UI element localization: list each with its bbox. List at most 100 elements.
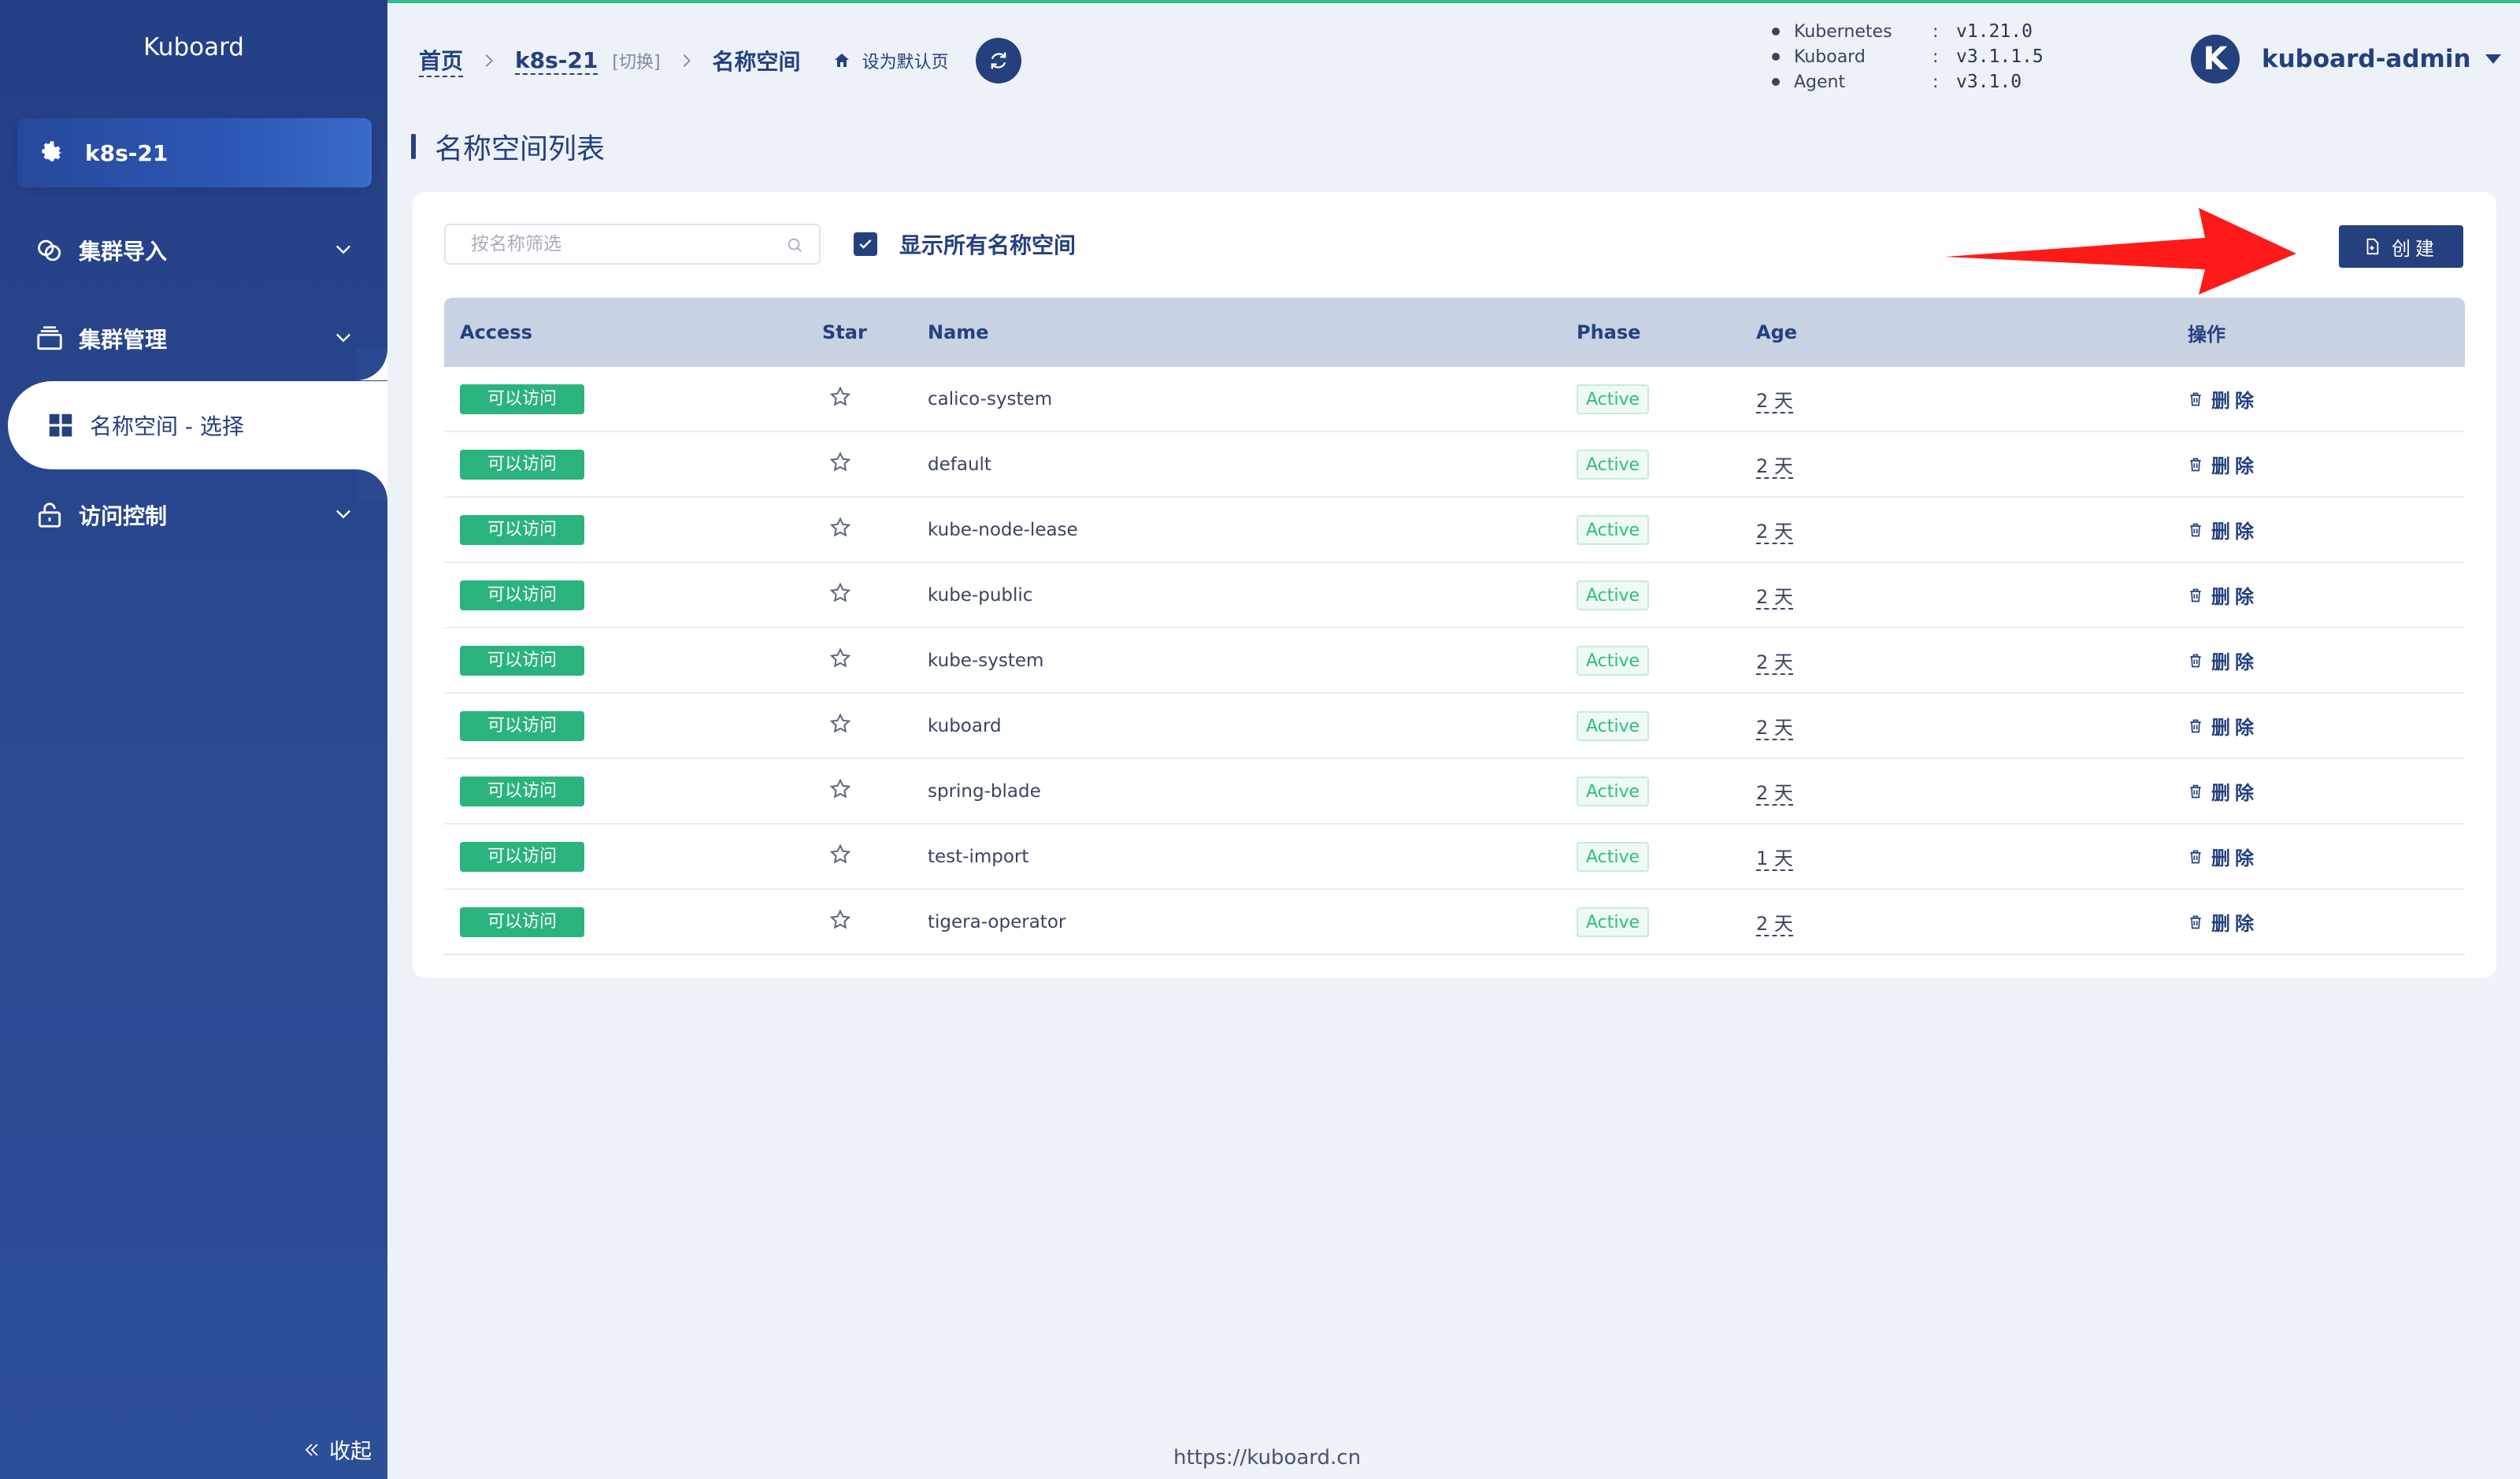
access-badge: 可以访问 (460, 776, 584, 806)
star-icon[interactable] (828, 516, 852, 539)
sidebar-item-cluster-manage[interactable]: 集群管理 (0, 295, 387, 383)
access-badge: 可以访问 (460, 645, 584, 676)
refresh-button[interactable] (975, 38, 1021, 83)
brand-logo-text[interactable]: Kuboard (0, 33, 387, 61)
age-value: 2 天 (1756, 651, 1793, 675)
version-info: Kubernetes: v1.21.0 Kuboard: v3.1.1.5 Agen… (1772, 19, 2044, 95)
gear-icon (42, 141, 62, 161)
column-header-access[interactable]: Access (444, 298, 822, 367)
table-row[interactable]: 可以访问 default Active 2 天 删除 (444, 432, 2465, 498)
access-badge: 可以访问 (460, 906, 584, 937)
column-header-age[interactable]: Age (1756, 298, 2188, 367)
table-row[interactable]: 可以访问 kube-system Active 2 天 删除 (444, 628, 2465, 694)
star-icon[interactable] (828, 712, 852, 736)
delete-button[interactable]: 删除 (2188, 712, 2259, 740)
sidebar-item-label: 名称空间 - 选择 (90, 413, 244, 439)
star-icon[interactable] (828, 843, 852, 866)
collapse-sidebar-button[interactable]: 收起 (302, 1434, 372, 1465)
column-header-star[interactable]: Star (822, 298, 928, 367)
star-icon[interactable] (828, 385, 852, 409)
breadcrumb-current: 名称空间 (712, 49, 801, 75)
search-field[interactable] (444, 224, 821, 265)
delete-label: 删除 (2211, 782, 2259, 804)
double-chevron-left-icon (305, 1443, 318, 1456)
sidebar-item-access-control[interactable]: 访问控制 (0, 471, 387, 559)
lock-icon (38, 502, 61, 528)
delete-button[interactable]: 删除 (2188, 516, 2259, 543)
trash-icon (2190, 654, 2201, 667)
create-button-label: 创建 (2392, 237, 2439, 260)
star-icon[interactable] (828, 777, 852, 801)
delete-button[interactable]: 删除 (2188, 450, 2259, 478)
table-row[interactable]: 可以访问 test-import Active 1 天 删除 (444, 824, 2465, 890)
delete-label: 删除 (2211, 390, 2259, 412)
sidebar-item-label: 访问控制 (79, 503, 168, 529)
sidebar-item-cluster-import[interactable]: 集群导入 (0, 206, 387, 295)
sidebar-item-namespace-select[interactable]: 名称空间 - 选择 (8, 381, 387, 469)
cluster-manage-icon (37, 326, 62, 350)
namespace-name[interactable]: calico-system (928, 367, 1577, 432)
footer-url[interactable]: https://kuboard.cn (1173, 1446, 1361, 1470)
column-header-phase[interactable]: Phase (1577, 298, 1756, 367)
delete-button[interactable]: 删除 (2188, 843, 2259, 870)
delete-label: 删除 (2211, 651, 2259, 673)
star-icon[interactable] (828, 647, 852, 670)
delete-button[interactable]: 删除 (2188, 908, 2259, 936)
red-arrow-annotation (1945, 208, 2296, 295)
phase-badge: Active (1577, 580, 1650, 610)
delete-button[interactable]: 删除 (2188, 581, 2259, 609)
home-icon[interactable] (832, 51, 851, 70)
trash-icon (2190, 588, 2201, 602)
delete-button[interactable]: 删除 (2188, 777, 2259, 805)
cluster-import-icon (38, 239, 61, 261)
search-input[interactable] (469, 233, 772, 255)
set-default-page-link[interactable]: 设为默认页 (862, 48, 949, 73)
phase-badge: Active (1577, 776, 1650, 806)
phase-badge: Active (1577, 841, 1650, 872)
access-badge: 可以访问 (460, 841, 584, 872)
table-header: Access Star Name Phase Age 操作 (444, 298, 2465, 367)
table-row[interactable]: 可以访问 tigera-operator Active 2 天 删除 (444, 889, 2465, 955)
chevron-down-icon (336, 245, 350, 254)
namespace-name[interactable]: test-import (928, 824, 1577, 890)
trash-icon (2190, 392, 2201, 406)
table-row[interactable]: 可以访问 kube-public Active 2 天 删除 (444, 562, 2465, 628)
table-row[interactable]: 可以访问 kube-node-lease Active 2 天 删除 (444, 497, 2465, 563)
show-all-namespaces-toggle[interactable]: 显示所有名称空间 (854, 228, 1076, 260)
delete-button[interactable]: 删除 (2188, 385, 2259, 413)
chevron-down-icon (336, 510, 350, 519)
star-icon[interactable] (828, 450, 852, 474)
user-menu[interactable]: K kuboard-admin (2191, 35, 2501, 83)
namespace-name[interactable]: default (928, 432, 1577, 498)
namespace-name[interactable]: kube-public (928, 562, 1577, 628)
namespace-name[interactable]: kube-node-lease (928, 497, 1577, 563)
current-cluster-chip[interactable]: k8s-21 (17, 118, 372, 187)
access-badge: 可以访问 (460, 449, 584, 480)
table-row[interactable]: 可以访问 calico-system Active 2 天 删除 (444, 367, 2465, 432)
breadcrumb-home[interactable]: 首页 (419, 44, 464, 77)
namespace-name[interactable]: kube-system (928, 628, 1577, 694)
namespace-name[interactable]: spring-blade (928, 758, 1577, 825)
age-value: 2 天 (1756, 390, 1793, 413)
namespace-name[interactable]: tigera-operator (928, 889, 1577, 955)
access-badge: 可以访问 (460, 384, 584, 414)
checkbox-checked[interactable] (854, 232, 877, 256)
caret-down-icon (2485, 54, 2501, 64)
access-badge: 可以访问 (460, 514, 584, 545)
avatar: K (2191, 35, 2240, 83)
age-value: 2 天 (1756, 521, 1793, 544)
create-button[interactable]: 创建 (2339, 225, 2463, 268)
breadcrumb-cluster[interactable]: k8s-21 (515, 47, 598, 75)
column-header-name[interactable]: Name (928, 298, 1577, 367)
show-all-label: 显示所有名称空间 (899, 232, 1077, 258)
table-row[interactable]: 可以访问 spring-blade Active 2 天 删除 (444, 758, 2465, 825)
delete-label: 删除 (2211, 455, 2259, 477)
trash-icon (2190, 458, 2201, 471)
switch-cluster-link[interactable]: [切换] (612, 48, 660, 73)
delete-button[interactable]: 删除 (2188, 647, 2259, 674)
star-icon[interactable] (828, 908, 852, 932)
table-row[interactable]: 可以访问 kuboard Active 2 天 删除 (444, 693, 2465, 759)
star-icon[interactable] (828, 581, 852, 605)
chevron-right-icon (485, 54, 493, 67)
namespace-name[interactable]: kuboard (928, 693, 1577, 759)
